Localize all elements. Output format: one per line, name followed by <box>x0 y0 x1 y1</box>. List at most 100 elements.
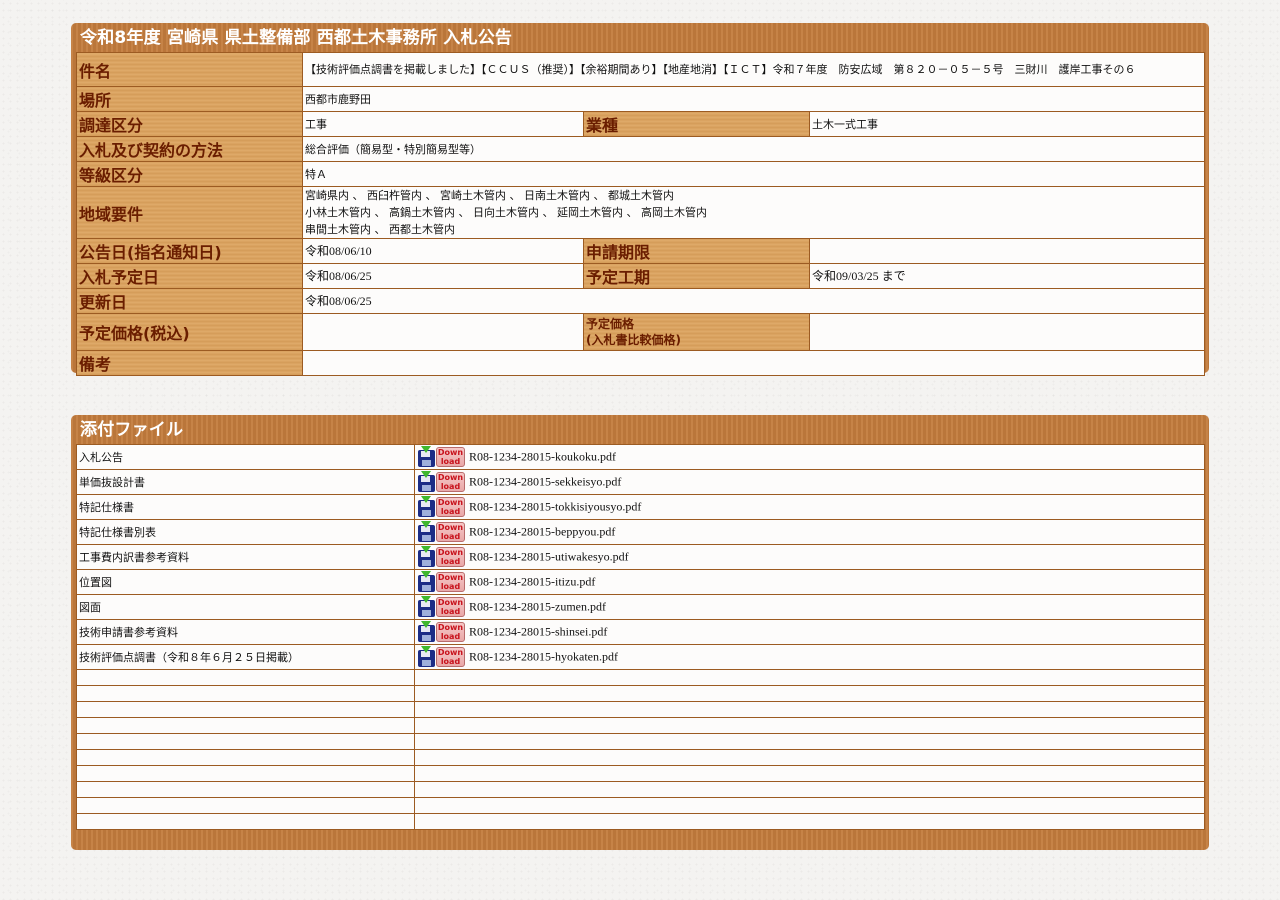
download-icon[interactable]: Down load <box>418 471 466 493</box>
download-icon[interactable]: Down load <box>418 571 466 593</box>
planned-price-value <box>302 313 584 351</box>
attachment-file-cell: Down load R08-1234-28015-beppyou.pdf <box>414 519 1205 545</box>
empty-cell <box>414 669 1205 686</box>
attachment-filename-link[interactable]: R08-1234-28015-sekkeisyo.pdf <box>469 475 621 489</box>
attachment-filename-link[interactable]: R08-1234-28015-beppyou.pdf <box>469 525 615 539</box>
download-tag: Down load <box>436 522 465 542</box>
download-tag: Down load <box>436 622 465 642</box>
download-tag: Down load <box>436 547 465 567</box>
download-icon[interactable]: Down load <box>418 596 466 618</box>
industry-label: 業種 <box>583 111 810 137</box>
remarks-value <box>302 350 1205 376</box>
attachment-empty-row <box>76 749 1205 766</box>
download-icon[interactable]: Down load <box>418 446 466 468</box>
attachment-filename-link[interactable]: R08-1234-28015-itizu.pdf <box>469 575 595 589</box>
attachment-label: 技術申請書参考資料 <box>76 619 415 645</box>
row-remarks: 備考 <box>76 350 1205 376</box>
download-tag-text-2: load <box>440 457 461 466</box>
notice-table: 件名 【技術評価点調書を掲載しました】【ＣＣＵＳ（推奨）】【余裕期間あり】【地産… <box>76 52 1205 376</box>
planned-price-compare-label-line2: (入札書比較価格) <box>586 333 681 347</box>
attachment-label: 入札公告 <box>76 444 415 470</box>
notice-panel: 令和8年度 宮崎県 県土整備部 西都土木事務所 入札公告 件名 【技術評価点調書… <box>71 23 1209 376</box>
attachment-row: 技術申請書参考資料 Down load R08-1234-28015-shinsei.… <box>76 619 1205 645</box>
download-tag-text-2: load <box>440 582 461 591</box>
empty-cell <box>76 765 415 782</box>
download-icon[interactable]: Down load <box>418 546 466 568</box>
attachment-filename-link[interactable]: R08-1234-28015-koukoku.pdf <box>469 450 616 464</box>
download-arrow-icon <box>421 546 431 553</box>
attachment-file-cell: Down load R08-1234-28015-hyokaten.pdf <box>414 644 1205 670</box>
download-tag-text-2: load <box>440 607 461 616</box>
attachment-filename-link[interactable]: R08-1234-28015-zumen.pdf <box>469 600 606 614</box>
region-value: 宮崎県内 、 西臼杵管内 、 宮崎土木管内 、 日南土木管内 、 都城土木管内 … <box>302 186 1205 239</box>
download-tag: Down load <box>436 647 465 667</box>
bid-date-value: 令和08/06/25 <box>302 263 584 289</box>
method-label: 入札及び契約の方法 <box>76 136 303 162</box>
download-tag-text-1: Down <box>437 448 464 457</box>
attachment-row: 入札公告 Down load R08-1234-28015-koukoku.pdf <box>76 444 1205 470</box>
download-tag-text-2: load <box>440 632 461 641</box>
attachment-filename-link[interactable]: R08-1234-28015-shinsei.pdf <box>469 625 607 639</box>
row-procurement: 調達区分 工事 業種 土木一式工事 <box>76 111 1205 137</box>
download-icon[interactable]: Down load <box>418 496 466 518</box>
download-arrow-icon <box>421 571 431 578</box>
attachment-file-cell: Down load R08-1234-28015-tokkisiyousyo.pdf <box>414 494 1205 520</box>
attachment-row: 工事費内訳書参考資料 Down load R08-1234-28015-utiwake… <box>76 544 1205 570</box>
attachment-row: 特記仕様書 Down load R08-1234-28015-tokkisiyousy… <box>76 494 1205 520</box>
download-tag-text-1: Down <box>437 498 464 507</box>
row-bid: 入札予定日 令和08/06/25 予定工期 令和09/03/25 まで <box>76 263 1205 289</box>
industry-value: 土木一式工事 <box>809 111 1205 137</box>
attachment-row: 技術評価点調書（令和８年６月２５日掲載） Down load R08-1234-280… <box>76 644 1205 670</box>
attachment-filename-link[interactable]: R08-1234-28015-hyokaten.pdf <box>469 650 618 664</box>
attachments-table: 入札公告 Down load R08-1234-28015-koukoku.pdf 単価… <box>76 444 1205 830</box>
download-tag-text-2: load <box>440 557 461 566</box>
grade-value: 特Ａ <box>302 161 1205 187</box>
region-line: 宮崎県内 、 西臼杵管内 、 宮崎土木管内 、 日南土木管内 、 都城土木管内 <box>305 189 674 202</box>
download-tag: Down load <box>436 472 465 492</box>
attachment-file-cell: Down load R08-1234-28015-sekkeisyo.pdf <box>414 469 1205 495</box>
procurement-value: 工事 <box>302 111 584 137</box>
attachment-row: 特記仕様書別表 Down load R08-1234-28015-beppyou.pd… <box>76 519 1205 545</box>
attachment-file-cell: Down load R08-1234-28015-itizu.pdf <box>414 569 1205 595</box>
empty-cell <box>76 701 415 718</box>
empty-cell <box>414 781 1205 798</box>
download-arrow-icon <box>421 646 431 653</box>
attachment-file-cell: Down load R08-1234-28015-utiwakesyo.pdf <box>414 544 1205 570</box>
empty-cell <box>414 701 1205 718</box>
download-tag-text-1: Down <box>437 573 464 582</box>
download-icon[interactable]: Down load <box>418 646 466 668</box>
attachment-label: 工事費内訳書参考資料 <box>76 544 415 570</box>
planned-price-compare-label-line1: 予定価格 <box>586 317 635 331</box>
attachment-filename-link[interactable]: R08-1234-28015-utiwakesyo.pdf <box>469 550 629 564</box>
empty-cell <box>76 781 415 798</box>
empty-cell <box>414 717 1205 734</box>
attachment-label: 位置図 <box>76 569 415 595</box>
download-tag: Down load <box>436 572 465 592</box>
empty-cell <box>76 749 415 766</box>
download-tag: Down load <box>436 497 465 517</box>
download-arrow-icon <box>421 446 431 453</box>
empty-cell <box>76 717 415 734</box>
row-grade: 等級区分 特Ａ <box>76 161 1205 187</box>
attachment-row: 位置図 Down load R08-1234-28015-itizu.pdf <box>76 569 1205 595</box>
notice-title: 令和8年度 宮崎県 県土整備部 西都土木事務所 入札公告 <box>80 28 513 48</box>
empty-cell <box>76 733 415 750</box>
download-icon[interactable]: Down load <box>418 621 466 643</box>
announce-date-value: 令和08/06/10 <box>302 238 584 264</box>
download-icon[interactable]: Down load <box>418 521 466 543</box>
attachment-filename-link[interactable]: R08-1234-28015-tokkisiyousyo.pdf <box>469 500 641 514</box>
update-date-value: 令和08/06/25 <box>302 288 1205 314</box>
download-tag-text-2: load <box>440 657 461 666</box>
empty-cell <box>76 797 415 814</box>
empty-cell <box>76 813 415 830</box>
attachment-empty-row <box>76 765 1205 782</box>
download-tag-text-1: Down <box>437 623 464 632</box>
row-method: 入札及び契約の方法 総合評価（簡易型・特別簡易型等） <box>76 136 1205 162</box>
download-arrow-icon <box>421 496 431 503</box>
attachment-row: 図面 Down load R08-1234-28015-zumen.pdf <box>76 594 1205 620</box>
empty-cell <box>414 765 1205 782</box>
attachments-panel: 添付ファイル 入札公告 Down load R08-1234-28015-koukok… <box>71 415 1209 850</box>
region-label: 地域要件 <box>76 186 303 239</box>
download-tag-text-2: load <box>440 482 461 491</box>
location-label: 場所 <box>76 86 303 112</box>
